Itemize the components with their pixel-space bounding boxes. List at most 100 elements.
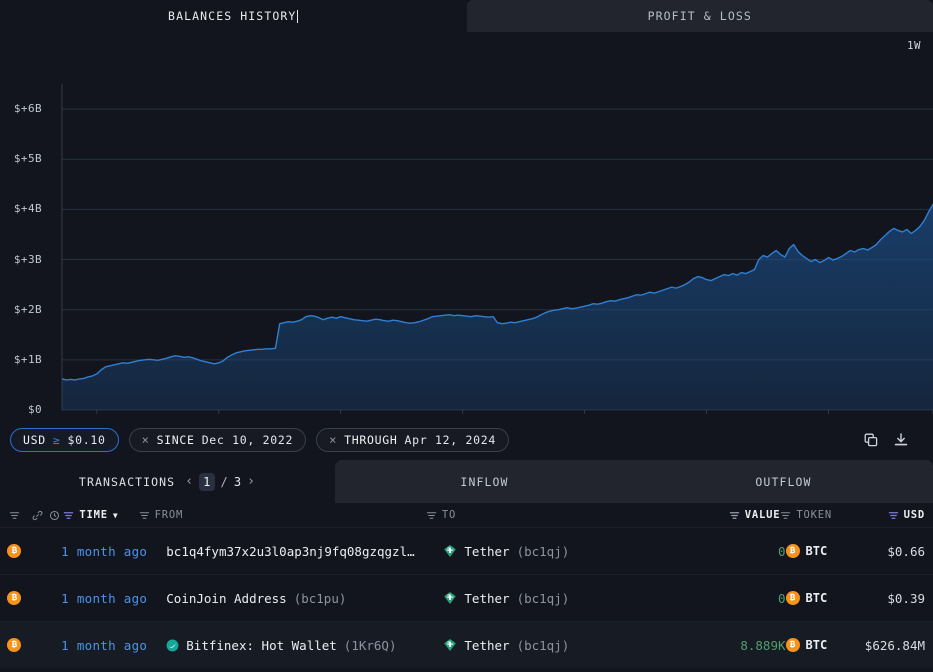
tab-outflow[interactable]: OUTFLOW [634,460,933,503]
chart-x-axis: 2023MarMayJulSeptNov2024Ma [0,384,933,414]
row-from[interactable]: bc1q4fym37x2u3l0ap3nj9fq08gzqgzl… [166,544,443,559]
row-chain-icon: ₿ [0,638,29,652]
header-usd[interactable]: USD [854,509,933,521]
remove-chip-icon[interactable]: × [142,434,150,446]
header-to[interactable]: TO [426,509,703,521]
bitcoin-icon: ₿ [786,638,800,652]
page-separator: / [220,475,228,489]
remove-chip-icon[interactable]: × [329,434,337,446]
tether-icon [443,591,457,605]
tab-balances-history[interactable]: BALANCES HISTORY [0,0,467,32]
row-chain-icon: ₿ [0,591,29,605]
filter-icon [139,510,150,521]
y-tick-label: $+3B [14,253,42,266]
chip-key: USD [23,433,46,447]
clock-icon [46,510,64,521]
copy-icon[interactable] [863,432,879,448]
row-token[interactable]: ₿ BTC [786,638,857,652]
table-row[interactable]: ₿1 month agoBitfinex: Hot Wallet(1Kr6Q)T… [0,621,933,668]
chip-key: THROUGH [344,433,397,447]
filter-icon [426,510,437,521]
table-row[interactable]: ₿ 1 month agoCoinJoin Address (bc1pu) Tethe… [0,574,933,621]
prev-page-button[interactable]: ‹ [185,474,194,489]
row-usd: $0.66 [856,544,933,559]
transactions-header: TRANSACTIONS ‹ 1 / 3 › INFLOW OUTFLOW [0,460,933,503]
row-from-name: Bitfinex: Hot Wallet [186,638,337,653]
row-to[interactable]: Tether (bc1qj) [443,638,711,653]
row-time[interactable]: 1 month ago [61,591,166,606]
row-from-name: bc1q4fym37x2u3l0ap3nj9fq08gzqgzl… [166,544,414,559]
row-token-label: BTC [806,591,828,605]
header-from[interactable]: FROM [139,509,426,521]
transactions-table: TIME ▼ FROM TO VALUE TOKEN [0,503,933,668]
header-time[interactable]: TIME ▼ [63,509,138,521]
filter-chip-usd[interactable]: USD ≥ $0.10 [10,428,119,452]
tab-profit-and-loss[interactable]: PROFIT & LOSS [467,0,933,32]
chip-value: $0.10 [68,433,106,447]
top-tab-bar: BALANCES HISTORY PROFIT & LOSS [0,0,933,32]
row-to-sub: (bc1qj) [517,638,570,653]
y-tick-label: $+6B [14,102,42,115]
pagination: ‹ 1 / 3 › [185,473,256,491]
row-token[interactable]: ₿ BTC [786,544,857,558]
balances-history-chart[interactable]: 1W $0$+1B$+2B$+3B$+4B$+5B$+6B 2023MarMay… [0,32,933,420]
row-to-name: Tether [464,638,509,653]
chip-operator: ≥ [53,433,61,447]
row-from[interactable]: Bitfinex: Hot Wallet(1Kr6Q) [166,638,443,653]
bitcoin-icon: ₿ [7,591,21,605]
table-body: ₿1 month agobc1q4fym37x2u3l0ap3nj9fq08gz… [0,527,933,668]
bitcoin-icon: ₿ [7,638,21,652]
link-icon[interactable] [30,510,46,521]
total-pages: 3 [234,475,242,489]
chip-value: Dec 10, 2022 [202,433,293,447]
row-chain-icon: ₿ [0,544,29,558]
row-token-label: BTC [806,638,828,652]
filter-chip-since[interactable]: ×SINCEDec 10, 2022 [129,428,307,452]
row-from-sub: (bc1pu) [294,591,347,606]
header-value[interactable]: VALUE [703,509,780,521]
header-token-label: TOKEN [796,509,832,521]
text-caret [297,10,298,23]
filter-chip-list: USD≥$0.10×SINCEDec 10, 2022×THROUGHApr 1… [10,428,519,452]
tab-outflow-label: OUTFLOW [755,475,811,489]
row-usd: $626.84M [856,638,933,653]
y-tick-label: $+2B [14,303,42,316]
table-actions [863,432,923,448]
sort-desc-icon[interactable]: ▼ [113,511,119,520]
bitcoin-icon: ₿ [7,544,21,558]
transactions-tab[interactable]: TRANSACTIONS ‹ 1 / 3 › [0,460,335,503]
row-to[interactable]: Tether (bc1qj) [443,544,711,559]
header-time-label: TIME [79,509,108,521]
table-row[interactable]: ₿ 1 month agobc1q4fym37x2u3l0ap3nj9fq08gz… [0,527,933,574]
row-usd: $0.39 [856,591,933,606]
row-from-name: CoinJoin Address [166,591,286,606]
tab-inflow[interactable]: INFLOW [335,460,634,503]
row-token-label: BTC [806,544,828,558]
chip-value: Apr 12, 2024 [404,433,495,447]
row-to-sub: (bc1qj) [517,591,570,606]
row-time[interactable]: 1 month ago [61,638,166,653]
download-icon[interactable] [893,432,909,448]
row-to-name: Tether [464,591,509,606]
filter-icon [780,510,791,521]
filter-bar: USD≥$0.10×SINCEDec 10, 2022×THROUGHApr 1… [0,420,933,460]
row-to-name: Tether [464,544,509,559]
row-from[interactable]: CoinJoin Address (bc1pu) [166,591,443,606]
header-chain-filter[interactable] [0,510,30,521]
transactions-label: TRANSACTIONS [79,475,175,489]
row-time[interactable]: 1 month ago [61,544,166,559]
header-from-label: FROM [155,509,184,521]
bitcoin-icon: ₿ [786,544,800,558]
row-to-sub: (bc1qj) [517,544,570,559]
row-to[interactable]: Tether (bc1qj) [443,591,711,606]
y-tick-label: $+5B [14,152,42,165]
current-page: 1 [199,473,215,491]
next-page-button[interactable]: › [247,474,256,489]
table-header-row: TIME ▼ FROM TO VALUE TOKEN [0,503,933,527]
flow-tab-group: INFLOW OUTFLOW [335,460,933,503]
filter-chip-through[interactable]: × THROUGH Apr 12, 2024 [316,428,509,452]
header-token[interactable]: TOKEN [780,509,853,521]
header-value-label: VALUE [745,509,781,521]
row-token[interactable]: ₿BTC [786,591,857,605]
row-value: 8.889K [711,638,786,653]
